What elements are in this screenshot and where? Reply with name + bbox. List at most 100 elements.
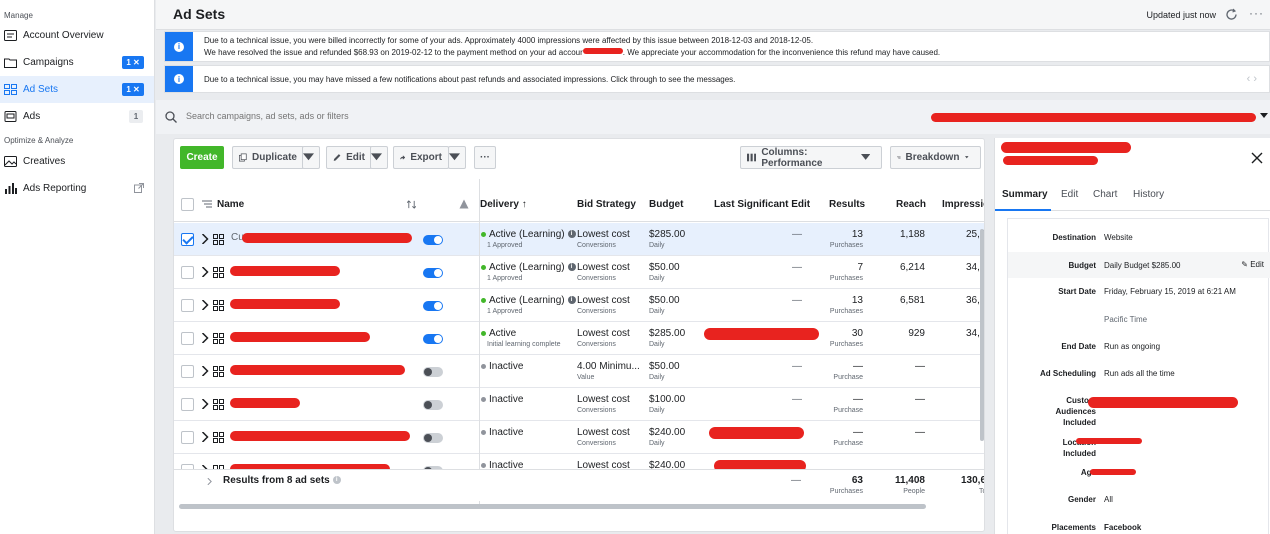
delivery-toggle[interactable] <box>423 268 443 278</box>
sidebar-item-ads[interactable]: Ads 1 <box>0 103 154 130</box>
export-dropdown[interactable] <box>448 146 466 169</box>
column-delivery[interactable]: Delivery ↑ <box>480 199 527 210</box>
tab-summary[interactable]: Summary <box>1002 189 1048 200</box>
row-checkbox[interactable] <box>181 299 194 312</box>
export-label: Export <box>410 152 442 163</box>
sidebar-item-campaigns[interactable]: Campaigns 1 ✕ <box>0 49 154 76</box>
results-value: — <box>853 361 863 372</box>
info-icon[interactable]: i <box>567 296 576 305</box>
budget-value[interactable]: $285.00 <box>649 328 685 339</box>
vertical-scrollbar[interactable] <box>980 229 984 441</box>
tab-chart[interactable]: Chart <box>1093 189 1117 200</box>
sidebar-item-ad-sets[interactable]: Ad Sets 1 ✕ <box>0 76 154 103</box>
close-icon[interactable] <box>1251 152 1263 164</box>
edit-button[interactable]: Edit <box>326 146 372 169</box>
results-sub: Purchases <box>829 341 863 348</box>
table-row[interactable]: Inactive Lowest cost Conversions $100.00 Dai… <box>174 388 984 421</box>
tab-edit[interactable]: Edit <box>1061 189 1078 200</box>
select-all-checkbox[interactable] <box>181 198 194 211</box>
notice-pager[interactable]: ‹ › <box>1247 73 1257 85</box>
columns-button[interactable]: Columns: Performance <box>740 146 882 169</box>
budget-value[interactable]: $50.00 <box>649 361 680 372</box>
campaigns-filter-badge[interactable]: 1 ✕ <box>122 56 144 69</box>
edit-dropdown[interactable] <box>370 146 388 169</box>
delivery-toggle[interactable] <box>423 433 443 443</box>
reach-value: 6,581 <box>899 295 925 306</box>
results-sub: Purchase <box>833 407 863 414</box>
sidebar-item-label: Ads Reporting <box>23 183 87 194</box>
custom-audiences-row: Custom Audiences Included <box>1008 395 1270 429</box>
start-date-value: Friday, February 15, 2019 at 6:21 AM <box>1104 287 1236 296</box>
footer-impressions-sub: To <box>979 488 984 495</box>
sort-menu-icon[interactable] <box>202 200 212 210</box>
delivery-toggle[interactable] <box>423 301 443 311</box>
ad-set-grid-icon <box>213 399 224 410</box>
chevron-down-icon[interactable] <box>1260 113 1268 119</box>
redacted-ad-set-name <box>230 365 405 375</box>
column-budget[interactable]: Budget <box>649 199 683 210</box>
budget-value[interactable]: $50.00 <box>649 262 680 273</box>
delivery-toggle[interactable] <box>423 367 443 377</box>
row-checkbox[interactable] <box>181 431 194 444</box>
chevron-right-icon[interactable] <box>201 300 209 310</box>
search-input[interactable] <box>186 111 586 121</box>
more-options-button[interactable]: ··· <box>1249 6 1264 20</box>
delivery-toggle[interactable] <box>423 235 443 245</box>
budget-value[interactable]: $285.00 <box>649 229 685 240</box>
tab-history[interactable]: History <box>1133 189 1164 200</box>
table-row[interactable]: Active (Learning) i 1 Approved Lowest cost C… <box>174 256 984 289</box>
row-checkbox[interactable] <box>181 332 194 345</box>
more-actions-button[interactable]: ··· <box>474 146 496 169</box>
table-row[interactable]: Active Initial learning complete Lowest co… <box>174 322 984 355</box>
table-row[interactable]: Active (Learning) i 1 Approved Lowest cost C… <box>174 289 984 322</box>
column-results[interactable]: Results <box>829 199 865 210</box>
chevron-right-icon[interactable] <box>201 366 209 376</box>
sidebar-item-account-overview[interactable]: Account Overview <box>0 22 154 49</box>
duplicate-label: Duplicate <box>251 152 297 163</box>
table-row[interactable]: Inactive Lowest cost Conversions $240.00 Dai… <box>174 421 984 454</box>
edit-budget-link[interactable]: ✎ Edit <box>1241 260 1264 269</box>
horizontal-scrollbar[interactable] <box>179 504 926 509</box>
chevron-right-icon[interactable] <box>201 267 209 277</box>
row-checkbox[interactable] <box>181 365 194 378</box>
info-icon[interactable]: i <box>567 263 576 272</box>
refresh-icon[interactable] <box>1225 8 1238 21</box>
chevron-right-icon[interactable] <box>201 234 209 244</box>
row-checkbox[interactable] <box>181 233 194 246</box>
chevron-right-icon[interactable] <box>201 333 209 343</box>
column-name[interactable]: Name <box>217 199 244 210</box>
column-reach[interactable]: Reach <box>896 199 926 210</box>
delivery-toggle[interactable] <box>423 400 443 410</box>
breakdown-button[interactable]: Breakdown <box>890 146 981 169</box>
row-checkbox[interactable] <box>181 398 194 411</box>
create-button[interactable]: Create <box>180 146 224 169</box>
info-icon[interactable]: i <box>567 230 576 239</box>
column-last-significant-edit[interactable]: Last Significant Edit <box>714 199 810 210</box>
table-row[interactable]: Inactive 4.00 Minimu... Value $50.00 Daily — —… <box>174 355 984 388</box>
export-button[interactable]: Export <box>393 146 449 169</box>
budget-value[interactable]: $100.00 <box>649 394 685 405</box>
duplicate-button[interactable]: Duplicate <box>232 146 304 169</box>
end-date-label: End Date <box>1061 342 1096 351</box>
budget-value[interactable]: $50.00 <box>649 295 680 306</box>
sidebar-item-creatives[interactable]: Creatives <box>0 148 154 175</box>
sort-icon[interactable] <box>407 200 416 209</box>
delivery-label: Active <box>489 328 517 339</box>
bid-strategy-sub: Conversions <box>577 341 616 348</box>
chevron-right-icon[interactable] <box>207 478 212 485</box>
notifications-notice[interactable]: i Due to a technical issue, you may have… <box>164 65 1270 93</box>
image-icon <box>4 156 17 167</box>
sidebar-item-ads-reporting[interactable]: Ads Reporting <box>0 175 154 202</box>
duplicate-dropdown[interactable] <box>302 146 320 169</box>
chevron-right-icon[interactable] <box>201 432 209 442</box>
table-row[interactable]: Cu Active (Learning) i 1 Approved Lowest cos… <box>174 223 984 256</box>
ad-sets-filter-badge[interactable]: 1 ✕ <box>122 83 144 96</box>
chevron-right-icon[interactable] <box>201 399 209 409</box>
budget-value[interactable]: $240.00 <box>649 427 685 438</box>
row-checkbox[interactable] <box>181 266 194 279</box>
notice-line: We have resolved the issue and refunded … <box>204 47 940 59</box>
column-impressions[interactable]: Impression <box>942 199 984 210</box>
delivery-toggle[interactable] <box>423 334 443 344</box>
column-bid-strategy[interactable]: Bid Strategy <box>577 199 636 210</box>
footer-results: 63 <box>851 475 863 486</box>
